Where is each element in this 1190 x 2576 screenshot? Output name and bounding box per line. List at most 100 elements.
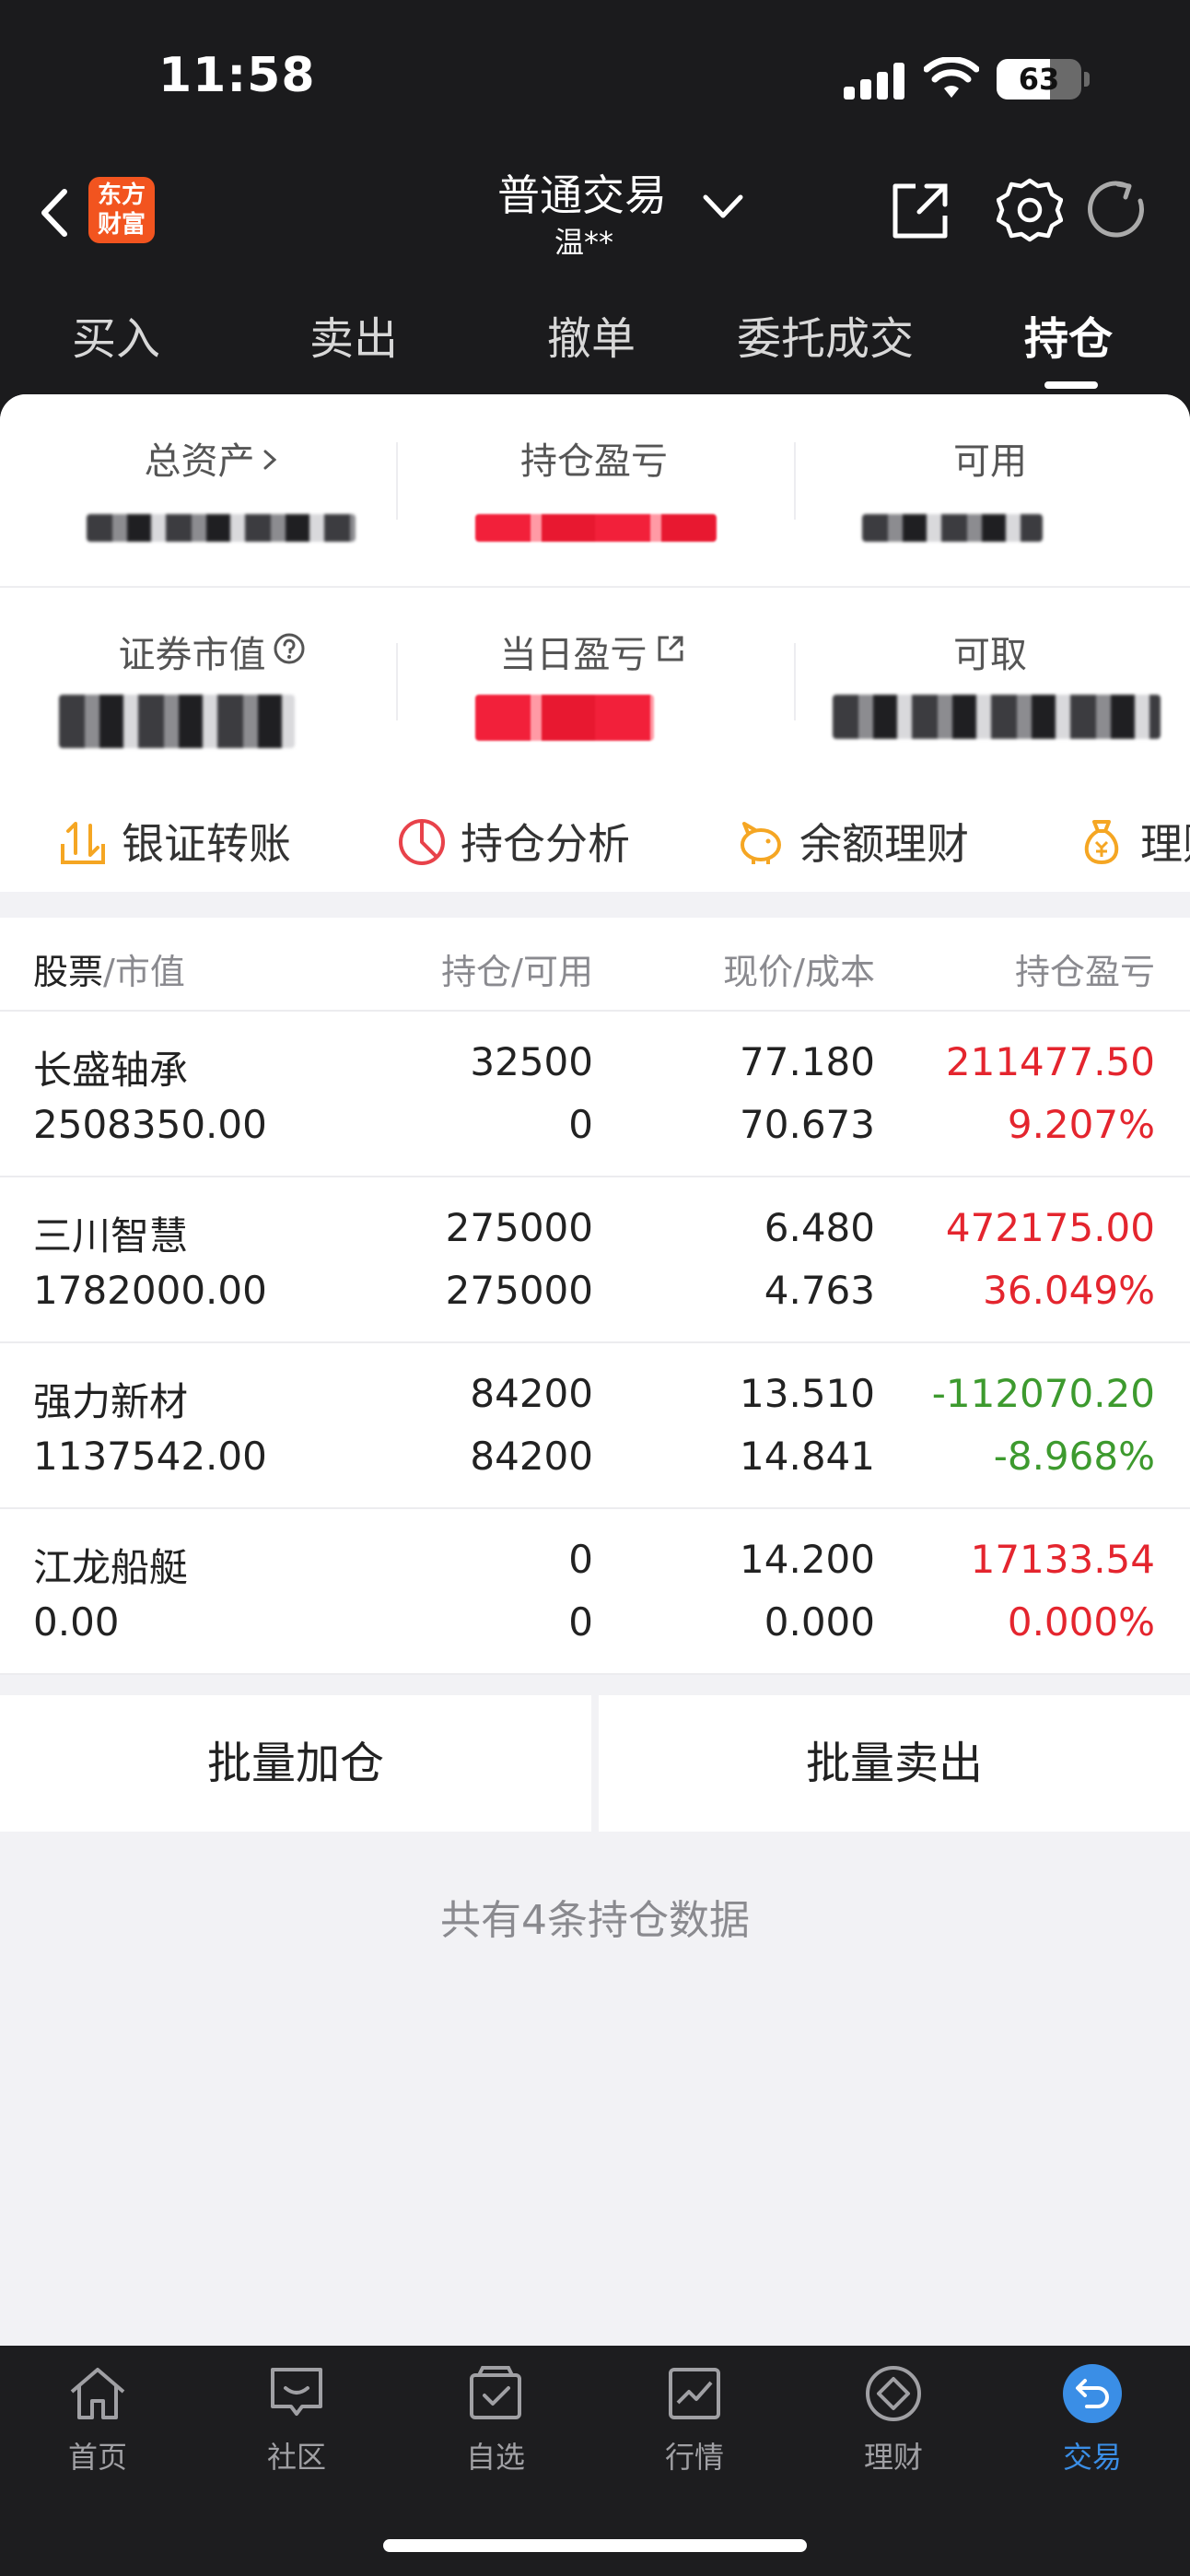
available-value-masked xyxy=(862,514,1043,542)
asset-summary: 总资产 持仓盈亏 可用 证券市值 当日盈亏 可取 银证转账 持仓分析 余额理财 … xyxy=(0,394,1190,892)
finance-icon xyxy=(866,2366,921,2421)
finance-button[interactable]: 理财 xyxy=(1076,811,1190,872)
tabbar-home[interactable]: 首页 xyxy=(33,2360,162,2476)
tabbar-finance[interactable]: 理财 xyxy=(829,2360,958,2476)
table-row[interactable]: 三川智慧 1782000.00 275000 275000 6.480 4.76… xyxy=(0,1177,1190,1343)
cost-price: 14.841 xyxy=(740,1434,875,1479)
tabbar-home-label: 首页 xyxy=(67,2440,127,2475)
tabbar-market[interactable]: 行情 xyxy=(630,2360,759,2476)
logo-line-2: 财富 xyxy=(97,211,146,239)
tabbar-market-label: 行情 xyxy=(664,2440,724,2475)
holding-qty: 32500 xyxy=(470,1039,593,1084)
refresh-icon[interactable] xyxy=(1087,179,1148,240)
wifi-icon xyxy=(924,57,979,98)
market-value: 1782000.00 xyxy=(33,1268,267,1313)
status-time: 11:58 xyxy=(158,48,316,103)
tabbar-trade[interactable]: 交易 xyxy=(1028,2360,1157,2476)
col-stock-label: 股票 xyxy=(33,952,104,992)
col-pl-label: 持仓盈亏 xyxy=(1014,952,1155,992)
market-icon xyxy=(669,2368,720,2419)
batch-add-button[interactable]: 批量加仓 xyxy=(0,1695,591,1832)
chevron-right-icon xyxy=(263,450,276,470)
available-cell: 可用 xyxy=(792,431,1188,485)
position-analysis-label: 持仓分析 xyxy=(461,819,630,869)
stock-name: 江龙船艇 xyxy=(33,1545,189,1590)
piggy-bank-icon xyxy=(741,822,781,864)
col-cost-label: 成本 xyxy=(804,952,875,992)
holding-pl-cell: 持仓盈亏 xyxy=(396,431,792,485)
holding-pl-pct: 9.207% xyxy=(1007,1102,1155,1147)
tabbar-watchlist[interactable]: 自选 xyxy=(431,2360,560,2476)
divider xyxy=(396,643,398,720)
stock-name: 三川智慧 xyxy=(33,1213,189,1259)
tab-cancel-order[interactable]: 撤单 xyxy=(547,302,636,367)
trade-tabs: 买入 卖出 撤单 委托成交 持仓 xyxy=(0,286,1190,392)
tabbar-watchlist-label: 自选 xyxy=(465,2440,525,2475)
gear-icon[interactable] xyxy=(997,177,1063,243)
tab-orders-fills[interactable]: 委托成交 xyxy=(737,302,914,367)
transfer-icon xyxy=(61,822,105,864)
bank-transfer-label: 银证转账 xyxy=(122,819,291,869)
withdrawable-value-masked xyxy=(833,695,1161,739)
col-pl-header[interactable]: 持仓盈亏 xyxy=(1015,943,1155,994)
divider xyxy=(794,442,796,520)
holding-pl: -112070.20 xyxy=(931,1371,1155,1416)
cellular-signal-icon xyxy=(844,63,904,100)
status-bar: 11:58 63 xyxy=(0,0,1190,157)
holding-qty: 84200 xyxy=(470,1371,593,1416)
holding-qty: 275000 xyxy=(445,1205,593,1250)
chevron-down-icon[interactable] xyxy=(700,182,746,228)
batch-actions: 批量加仓 批量卖出 xyxy=(0,1695,1190,1832)
tab-sell[interactable]: 卖出 xyxy=(309,302,398,367)
share-icon[interactable] xyxy=(888,179,952,243)
app-logo[interactable]: 东方 财富 xyxy=(88,177,155,243)
quick-actions: 银证转账 持仓分析 余额理财 理财 xyxy=(0,781,1190,888)
total-assets-cell[interactable]: 总资产 xyxy=(15,431,411,485)
tabbar-finance-label: 理财 xyxy=(863,2440,923,2475)
available-label: 可用 xyxy=(953,440,1027,483)
position-analysis-button[interactable]: 持仓分析 xyxy=(396,811,630,872)
col-price-header[interactable]: 现价/成本 xyxy=(723,943,875,994)
external-link-icon xyxy=(658,636,683,662)
page-title[interactable]: 普通交易 xyxy=(497,162,667,223)
back-icon[interactable] xyxy=(33,181,79,245)
help-icon[interactable] xyxy=(271,630,308,667)
daily-pl-cell[interactable]: 当日盈亏 xyxy=(396,625,792,678)
market-value-masked xyxy=(59,695,295,748)
holdings-table: 股票/市值 持仓/可用 现价/成本 持仓盈亏 长盛轴承 2508350.00 3… xyxy=(0,918,1190,1675)
holdings-count-text: 共有4条持仓数据 xyxy=(440,1897,750,1944)
cost-price: 70.673 xyxy=(740,1102,875,1147)
table-row[interactable]: 江龙船艇 0.00 0 0 14.200 0.000 17133.54 0.00… xyxy=(0,1509,1190,1675)
battery-tip xyxy=(1084,72,1090,87)
tab-positions[interactable]: 持仓 xyxy=(1024,302,1113,367)
available-qty: 275000 xyxy=(445,1268,593,1313)
home-indicator[interactable] xyxy=(383,2539,807,2552)
holding-pl-pct: 36.049% xyxy=(983,1268,1155,1313)
nav-header: 东方 财富 普通交易 温** xyxy=(0,157,1190,281)
divider xyxy=(396,442,398,520)
market-value-cell: 证券市值 xyxy=(15,625,411,678)
cost-price: 0.000 xyxy=(764,1599,875,1645)
finance-label: 理财 xyxy=(1140,819,1190,869)
col-holding-header[interactable]: 持仓/可用 xyxy=(441,943,593,994)
col-stock-header[interactable]: 股票/市值 xyxy=(33,943,185,994)
current-price: 14.200 xyxy=(740,1537,875,1582)
batch-sell-button[interactable]: 批量卖出 xyxy=(599,1695,1190,1832)
bank-transfer-button[interactable]: 银证转账 xyxy=(57,811,291,872)
table-row[interactable]: 长盛轴承 2508350.00 32500 0 77.180 70.673 21… xyxy=(0,1012,1190,1177)
balance-finance-button[interactable]: 余额理财 xyxy=(735,811,969,872)
money-bag-icon xyxy=(1084,820,1119,865)
available-qty: 0 xyxy=(568,1599,593,1645)
tabbar-community[interactable]: 社区 xyxy=(232,2360,361,2476)
tab-buy[interactable]: 买入 xyxy=(72,302,160,367)
holding-pl: 211477.50 xyxy=(945,1039,1155,1084)
trade-icon xyxy=(1063,2364,1122,2423)
table-header: 股票/市值 持仓/可用 现价/成本 持仓盈亏 xyxy=(0,918,1190,1012)
holding-pl-label: 持仓盈亏 xyxy=(520,440,668,483)
available-qty: 84200 xyxy=(470,1434,593,1479)
daily-pl-value-masked xyxy=(475,695,654,741)
table-row[interactable]: 强力新材 1137542.00 84200 84200 13.510 14.84… xyxy=(0,1343,1190,1509)
current-price: 6.480 xyxy=(764,1205,875,1250)
divider xyxy=(0,586,1190,588)
stock-name: 长盛轴承 xyxy=(33,1048,189,1093)
